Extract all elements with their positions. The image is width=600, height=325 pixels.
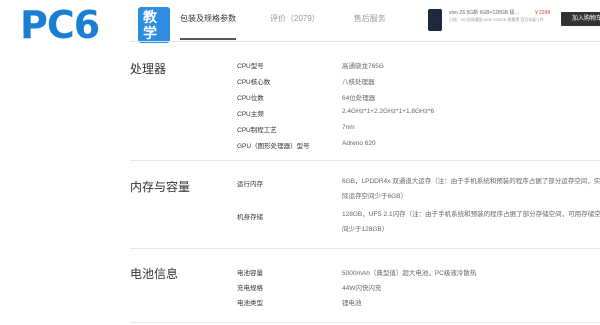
spec-value: 八核处理器 — [342, 79, 375, 86]
header-divider — [130, 41, 600, 42]
spec-key: 电池类型 — [237, 300, 263, 307]
section-divider — [130, 160, 600, 161]
spec-value: 5000mAh（典型值）超大电池，PC级液冷散热 — [342, 270, 477, 277]
spec-key: CPU位数 — [237, 95, 264, 102]
tab-specs[interactable]: 包装及规格参数 — [180, 0, 236, 40]
logo-badge: 教学 — [138, 7, 170, 43]
spec-value: 7nm — [342, 124, 355, 131]
spec-value: 高通骁龙765G — [342, 63, 384, 70]
spec-value: Adreno 620 — [342, 140, 376, 147]
section-divider — [130, 322, 600, 323]
spec-key: 机身存储 — [237, 214, 263, 221]
spec-key: 电池容量 — [237, 270, 263, 277]
product-selected-options: 已结：5G全网通版 6GB+128GB 星雾黑 官方标配 1件 — [449, 17, 544, 22]
spec-value: 锂电池 — [342, 300, 362, 307]
spec-value: 64位处理器 — [342, 95, 376, 102]
section-title: 处理器 — [130, 62, 167, 76]
spec-value: 2.4GHz*1+2.2GHz*1+1.8GHz*6 — [342, 108, 435, 115]
spec-key: 充电规格 — [237, 285, 263, 292]
spec-value: 128GB，UFS 2.1闪存（注：由于手机系统和预装的程序占据了部分存储空间，… — [342, 211, 600, 233]
spec-key: CPU主频 — [237, 111, 264, 118]
section-divider — [130, 248, 600, 249]
tab-after-sales[interactable]: 售后服务 — [354, 0, 386, 40]
section-title: 内存与容量 — [130, 180, 191, 194]
section-title: 电池信息 — [130, 267, 179, 281]
top-navigation-bar: PC6 教学 包装及规格参数 评价（2079） 售后服务 vivo Z6 5G新… — [0, 0, 600, 47]
logo-text: PC6 — [20, 3, 100, 47]
detail-tabs: 包装及规格参数 评价（2079） 售后服务 — [180, 0, 420, 40]
product-thumbnail[interactable] — [428, 9, 442, 31]
add-to-cart-button[interactable]: 加入购物车 — [561, 12, 600, 26]
mini-product-summary: vivo Z6 5G新 6GB+128GB 极… ￥2298 已结：5G全网通版… — [428, 8, 600, 34]
spec-value: 6GB，LPDDR4x 双通道大运存（注：由于手机系统和预装的程序占据了部分运存… — [342, 178, 600, 200]
spec-key: CPU型号 — [237, 63, 264, 70]
spec-key: CPU核心数 — [237, 79, 271, 86]
spec-key: GPU（图形处理器）型号 — [237, 143, 310, 150]
spec-value: 44W闪快闪充 — [342, 285, 382, 292]
spec-key: CPU制程工艺 — [237, 127, 277, 134]
tab-reviews[interactable]: 评价（2079） — [270, 0, 320, 40]
spec-key: 运行内存 — [237, 181, 263, 188]
product-price: ￥2298 — [534, 10, 551, 16]
